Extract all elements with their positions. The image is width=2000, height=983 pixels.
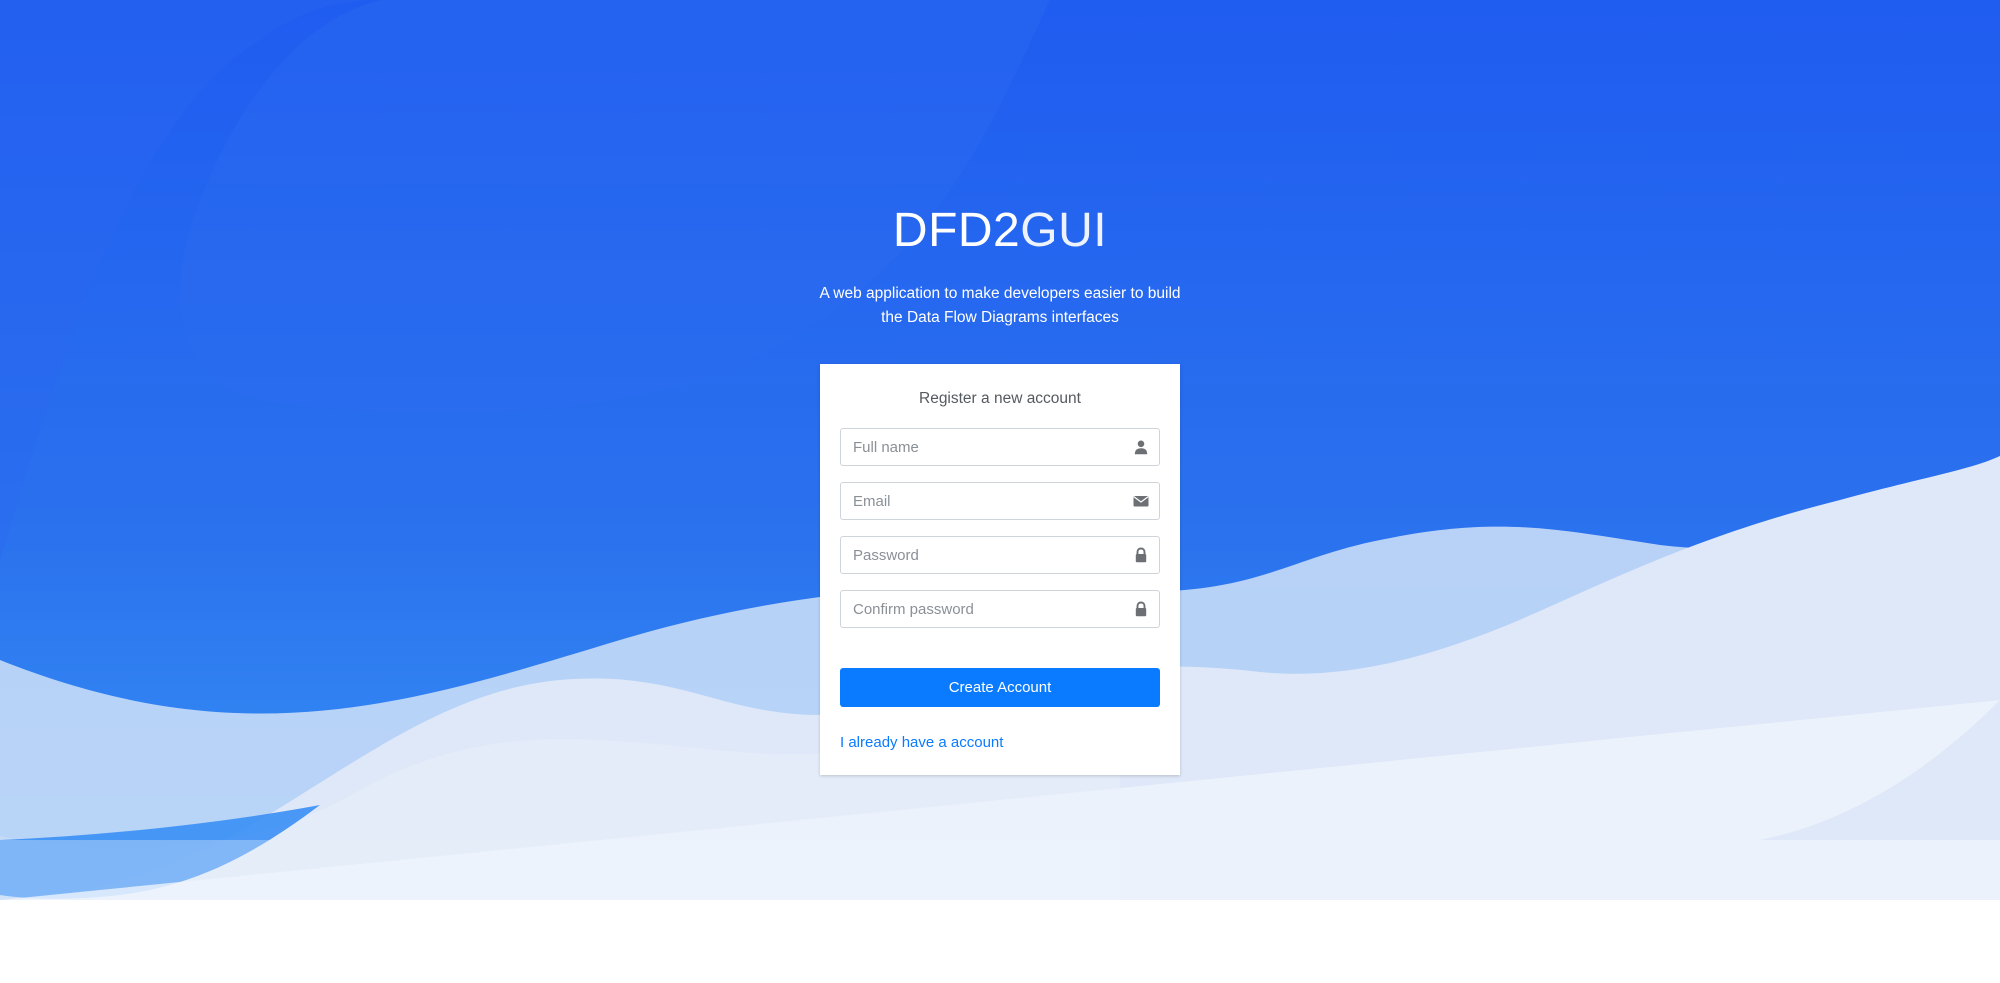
- full-name-field: [840, 428, 1160, 466]
- register-card: Register a new account Full name Email C…: [820, 364, 1180, 775]
- lock-icon: [1135, 601, 1147, 617]
- confirm-password-field: [840, 590, 1160, 628]
- app-tagline: A web application to make developers eas…: [0, 282, 2000, 330]
- app-logo-title: DFD2GUI: [0, 196, 2000, 266]
- brand-name-light: GUI: [1020, 204, 1108, 257]
- lock-icon: [1135, 547, 1147, 563]
- tagline-line-1: A web application to make developers eas…: [819, 285, 1181, 302]
- confirm-password-input[interactable]: [841, 591, 1123, 627]
- login-page: DFD2GUI A web application to make develo…: [0, 0, 2000, 983]
- full-name-input[interactable]: [841, 429, 1123, 465]
- email-field: [840, 482, 1160, 520]
- already-have-account-link[interactable]: I already have a account: [840, 733, 1003, 753]
- register-card-title: Register a new account: [919, 390, 1081, 407]
- password-field: [840, 536, 1160, 574]
- user-icon: [1134, 440, 1148, 455]
- brand-name-bold: DFD2: [892, 204, 1021, 257]
- tagline-line-2: the Data Flow Diagrams interfaces: [881, 309, 1119, 326]
- email-input[interactable]: [841, 483, 1123, 519]
- password-input[interactable]: [841, 537, 1123, 573]
- envelope-icon: [1133, 496, 1149, 507]
- create-account-button[interactable]: Create Account: [840, 668, 1160, 707]
